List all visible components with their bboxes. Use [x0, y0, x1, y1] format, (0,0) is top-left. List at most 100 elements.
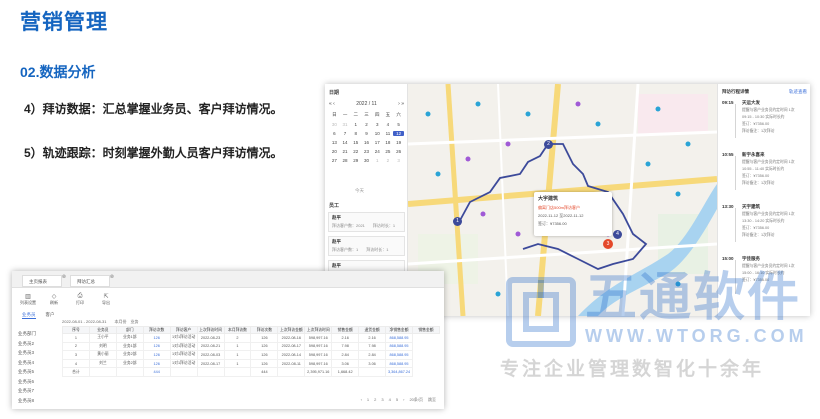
window-tab[interactable]: 拜访汇总 ⊗	[70, 274, 114, 287]
calendar-day[interactable]: 27	[329, 158, 340, 163]
sidebar-item[interactable]: 业务员8	[18, 398, 56, 408]
calendar-day[interactable]: 17	[372, 140, 383, 145]
column-header[interactable]: 本月拜访数	[223, 326, 252, 334]
sidebar-item[interactable]: 业务员7	[18, 388, 56, 398]
column-header[interactable]: 拜访客户	[169, 326, 198, 334]
calendar-day[interactable]: 2	[361, 122, 372, 127]
column-header[interactable]: 销售金额	[331, 326, 360, 334]
calendar-day[interactable]: 1	[372, 158, 383, 163]
column-header[interactable]: 上次拜访时间	[304, 326, 333, 334]
sub-tab[interactable]: 业务员	[22, 312, 36, 319]
toolbar-button[interactable]: ⇱ 导出	[96, 293, 116, 309]
calendar-day[interactable]: 22	[350, 149, 361, 154]
table-row[interactable]: 2 刘明 业务1部 126 1对1拜访活动 2022-08-21 1 126 2022-08-1…	[62, 341, 440, 352]
pager-item[interactable]: 4	[389, 397, 391, 403]
calendar-day[interactable]: 26	[393, 149, 404, 154]
prev-month-button[interactable]: « ‹	[329, 101, 335, 107]
column-header[interactable]: 上次拜访时间	[196, 326, 225, 334]
calendar-day[interactable]: 1	[350, 122, 361, 127]
column-header[interactable]: 退货金额	[358, 326, 387, 334]
column-header[interactable]: 上次拜访金额	[277, 326, 306, 334]
pager-item[interactable]: 2	[374, 397, 376, 403]
close-icon[interactable]: ⊗	[110, 274, 114, 280]
calendar-day[interactable]: 16	[361, 140, 372, 145]
sidebar-item[interactable]: 业务员5	[18, 369, 56, 379]
trace-item[interactable]: 10:55 新宇永喜来 提醒与客户业务员约定时间 1次 10:55 - 11:40 实…	[722, 152, 808, 192]
calendar-day[interactable]: 30	[361, 158, 372, 163]
pager-item[interactable]: 20条/页	[409, 397, 423, 403]
toolbar-label: 列表设置	[20, 300, 36, 305]
sidebar-item[interactable]: 业务员6	[18, 379, 56, 389]
calendar-day[interactable]: 4	[383, 122, 394, 127]
calendar-day[interactable]: 6	[329, 131, 340, 136]
toolbar-button[interactable]: ⎙ 打印	[70, 293, 90, 309]
pager-item[interactable]: ‹	[361, 397, 362, 403]
column-header[interactable]: 部门	[115, 326, 144, 334]
sub-tab[interactable]: 客户	[46, 312, 55, 319]
trace-view-link[interactable]: 轨迹查看	[789, 89, 807, 95]
sidebar-item[interactable]: 业务员4	[18, 360, 56, 370]
route-marker[interactable]: 1	[453, 217, 462, 226]
column-header[interactable]: 销售金额	[411, 326, 441, 334]
calendar-day[interactable]: 8	[350, 131, 361, 136]
table-cell	[169, 367, 198, 377]
next-month-button[interactable]: › »	[398, 101, 404, 107]
calendar-day[interactable]: 31	[340, 122, 351, 127]
calendar-day[interactable]: 5	[393, 122, 404, 127]
table-row[interactable]: 3 黄小丽 业务2部 126 1对1拜访活动 2022-08-03 1 126 2022-08-…	[62, 350, 440, 360]
table-cell: 3.06	[331, 358, 360, 369]
pager-item[interactable]: 1	[367, 397, 369, 403]
sidebar-item[interactable]: 业务员3	[18, 350, 56, 360]
calendar-day[interactable]: 21	[340, 149, 351, 154]
calendar-day[interactable]: 9	[361, 131, 372, 136]
calendar-day[interactable]: 14	[340, 140, 351, 145]
staff-card[interactable]: 赵平 拜访客户数：1 拜访时长：1	[328, 236, 405, 256]
calendar-day[interactable]: 7	[340, 131, 351, 136]
calendar-day[interactable]: 10	[372, 131, 383, 136]
column-header[interactable]: 序号	[62, 326, 90, 334]
calendar-day[interactable]: 25	[383, 149, 394, 154]
calendar-day[interactable]: 19	[393, 140, 404, 145]
calendar-day[interactable]: 28	[340, 158, 351, 163]
window-tab[interactable]: 主页报表 ⊗	[22, 274, 66, 287]
trace-item[interactable]: 09:15 天运大发 提醒与客户业务员约定时间 1次 09:15 - 10:30 实际…	[722, 100, 808, 140]
sidebar-item[interactable]: 业务部门	[18, 331, 56, 341]
toolbar-button[interactable]: ▥ 列表设置	[18, 293, 38, 309]
column-header[interactable]: 拜访次数	[142, 326, 171, 334]
table-row[interactable]: 合计 444 444 2,395,971.16 1,668.42 3,364,867.24	[62, 367, 440, 377]
column-header[interactable]: 业务员	[88, 326, 117, 334]
calendar-day[interactable]: 18	[383, 140, 394, 145]
toolbar-button[interactable]: ◇ 刷新	[44, 293, 64, 309]
table-cell: 2022-08-03	[196, 350, 225, 360]
table-row[interactable]: 4 刘兰 业务2部 126 1对1拜访活动 2022-08-17 1 126 2022-08-1…	[62, 358, 440, 369]
trace-item[interactable]: 13:30 天宇建筑 提醒与客户业务员约定时间 1次 13:30 - 14:20 实际…	[722, 204, 808, 244]
pager-item[interactable]: ›	[403, 397, 404, 403]
calendar-day[interactable]: 29	[350, 158, 361, 163]
route-marker[interactable]: 2	[544, 140, 553, 149]
calendar-day[interactable]: 12	[393, 131, 404, 136]
calendar-day[interactable]: 15	[350, 140, 361, 145]
weekday-label: 四	[374, 112, 380, 117]
calendar-today-button[interactable]: 今天	[355, 188, 364, 194]
column-header[interactable]: 拜访次数	[250, 326, 279, 334]
close-icon[interactable]: ⊗	[62, 274, 66, 280]
calendar-day[interactable]: 13	[329, 140, 340, 145]
column-header[interactable]: 净销售金额	[385, 326, 413, 334]
calendar-day[interactable]: 2	[383, 158, 394, 163]
staff-card[interactable]: 赵平 拜访客户数：2021 拜访时长：1	[328, 212, 405, 232]
calendar-day[interactable]: 24	[372, 149, 383, 154]
table-row[interactable]: 1 王小平 业务1部 126 1对1拜访活动 2022-08-23 2 126 2022-08-…	[62, 333, 440, 343]
table-cell: 1对1拜访活动	[169, 333, 198, 343]
calendar-day[interactable]: 11	[383, 131, 394, 136]
sidebar-item[interactable]: 业务员2	[18, 341, 56, 351]
calendar-day[interactable]: 30	[329, 122, 340, 127]
pager-item[interactable]: 5	[396, 397, 398, 403]
calendar-day[interactable]: 3	[393, 158, 404, 163]
pager-item[interactable]: 3	[381, 397, 383, 403]
pager-item[interactable]: 跳至	[428, 397, 436, 403]
calendar-day[interactable]: 23	[361, 149, 372, 154]
calendar-day[interactable]: 20	[329, 149, 340, 154]
calendar-day[interactable]: 3	[372, 122, 383, 127]
route-marker[interactable]: 3	[603, 239, 613, 249]
route-marker[interactable]: 4	[613, 230, 622, 239]
